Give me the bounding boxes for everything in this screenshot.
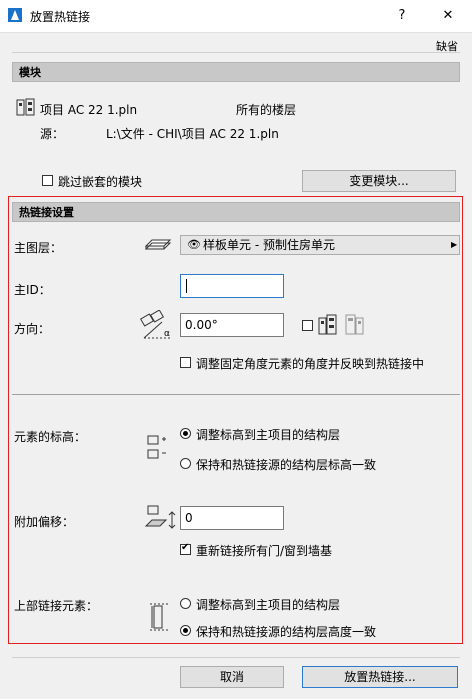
- help-button[interactable]: ?: [386, 4, 418, 28]
- highlight-frame: [8, 196, 463, 644]
- archicad-app-icon: [8, 8, 22, 22]
- main-layer-label: 主图层：: [14, 241, 63, 255]
- svg-text:α: α: [164, 329, 170, 339]
- adjust-angle-checkbox[interactable]: [180, 357, 191, 368]
- top-link-option2-radio[interactable]: [180, 625, 191, 636]
- eye-icon: 👁: [187, 238, 201, 251]
- mirror-checkbox[interactable]: [302, 320, 313, 331]
- elevation-label: 元素的标高：: [14, 430, 87, 444]
- top-link-option2-label: 保持和热链接源的结构层高度一致: [196, 625, 377, 639]
- main-id-input[interactable]: [180, 274, 284, 298]
- elevation-option2-radio[interactable]: [180, 458, 191, 469]
- title-bar: 放置热链接 ? ✕: [0, 0, 472, 33]
- offset-label: 附加偏移：: [14, 515, 75, 529]
- module-story: 所有的楼层: [236, 103, 297, 117]
- top-link-option1-radio[interactable]: [180, 598, 191, 609]
- elevation-option1-radio[interactable]: [180, 428, 191, 439]
- chevron-right-icon: ▶: [451, 240, 458, 249]
- skip-nested-label: 跳过嵌套的模块: [58, 175, 143, 189]
- main-layer-dropdown[interactable]: 👁 样板单元 - 预制住房单元 ▶: [180, 235, 460, 255]
- module-project-name: 项目 AC 22 1.pln: [40, 103, 138, 117]
- source-label: 源：: [40, 127, 65, 141]
- window-title: 放置热链接: [30, 10, 91, 24]
- offset-icon: [144, 505, 176, 529]
- mirror-buildings-icon: [318, 314, 364, 335]
- divider: [12, 657, 460, 658]
- relink-doors-label: 重新链接所有门/窗到墙基: [196, 544, 333, 558]
- rotation-angle-icon: α: [140, 310, 170, 339]
- module-section-header: 模块: [12, 62, 460, 82]
- direction-label: 方向：: [14, 322, 51, 336]
- hotlink-settings-header: 热链接设置: [12, 202, 460, 222]
- close-button[interactable]: ✕: [432, 4, 464, 28]
- layers-icon: [144, 239, 172, 250]
- top-link-label: 上部链接元素：: [14, 599, 99, 613]
- offset-input[interactable]: 0: [180, 506, 284, 530]
- direction-input[interactable]: 0.00°: [180, 313, 284, 337]
- relink-doors-checkbox[interactable]: [180, 542, 191, 555]
- main-id-label: 主ID：: [14, 283, 51, 297]
- divider: [12, 52, 460, 53]
- elevation-icon: [147, 435, 166, 459]
- skip-nested-checkbox[interactable]: [42, 175, 53, 186]
- source-path: L:\文件 - CHI\项目 AC 22 1.pln: [106, 127, 279, 141]
- adjust-angle-label: 调整固定角度元素的角度并反映到热链接中: [196, 357, 425, 371]
- text-cursor: [186, 279, 187, 293]
- top-link-option1-label: 调整标高到主项目的结构层: [196, 598, 341, 612]
- elevation-option1-label: 调整标高到主项目的结构层: [196, 428, 341, 442]
- cancel-button[interactable]: 取消: [180, 666, 284, 688]
- place-hotlink-button[interactable]: 放置热链接...: [302, 666, 458, 688]
- change-module-button[interactable]: 变更模块...: [302, 170, 456, 192]
- building-icon: [16, 98, 35, 116]
- main-layer-value: 样板单元 - 预制住房单元: [203, 238, 335, 252]
- top-link-icon: [150, 603, 168, 631]
- divider: [12, 394, 460, 395]
- elevation-option2-label: 保持和热链接源的结构层标高一致: [196, 458, 377, 472]
